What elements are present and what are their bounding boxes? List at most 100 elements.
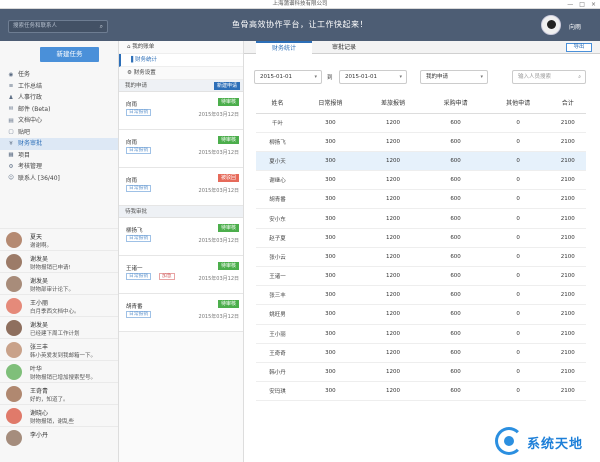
table-cell: 600 xyxy=(424,381,487,402)
table-cell: 0 xyxy=(486,362,550,383)
table-row[interactable]: 王小丽 300 1200 600 0 2100 xyxy=(256,324,586,344)
application-item[interactable]: 王诸一 日常报销 加急 待审核 2015年03月12日 xyxy=(119,256,243,294)
table-cell: 1200 xyxy=(361,189,425,210)
table-row[interactable]: 柳扬飞 300 1200 600 0 2100 xyxy=(256,132,586,152)
my-apply-header: 我的申请 新建申请 xyxy=(119,80,243,92)
status-badge: 被驳回 xyxy=(217,174,239,182)
search-input[interactable]: 搜索任务和联系人 ⌕ xyxy=(8,20,108,33)
finance-nav-item[interactable]: ⚙ 财务设置 xyxy=(119,67,243,80)
contact-list: 夏天 谢谢啊。 谢发吴 财物报销已申请! 谢发吴 财物部审计论下。 王小丽 白月季西文档中心。… xyxy=(0,228,118,448)
chevron-down-icon: ▾ xyxy=(480,74,483,80)
table-row[interactable]: 安玛琪 300 1200 600 0 2100 xyxy=(256,381,586,402)
contact-item[interactable]: 夏天 谢谢啊。 xyxy=(0,228,118,250)
minimize-icon[interactable]: — xyxy=(567,1,573,8)
table-cell: 1200 xyxy=(361,362,425,383)
application-item[interactable]: 柳扬飞 日常报销 待审核 2015年03月12日 xyxy=(119,218,243,256)
export-button[interactable]: 导出 xyxy=(566,43,592,52)
close-icon[interactable]: × xyxy=(591,1,596,8)
date-from-select[interactable]: 2015-01-01 ▾ xyxy=(254,70,322,84)
tab-approval-records[interactable]: 审批记录 xyxy=(316,41,372,54)
table-row[interactable]: 胡青番 300 1200 600 0 2100 xyxy=(256,189,586,210)
contact-item[interactable]: 谢晓心 财物报销，谢乱些 xyxy=(0,404,118,426)
contact-item[interactable]: 王奇青 好的，知道了。 xyxy=(0,382,118,404)
avatar[interactable] xyxy=(541,15,561,35)
column-header[interactable]: 其他申请 xyxy=(486,93,550,114)
scope-select[interactable]: 我的申请 ▾ xyxy=(420,70,488,84)
table-cell: 600 xyxy=(424,343,487,363)
table-cell: 600 xyxy=(424,304,487,325)
watermark-logo: 系统天地 xyxy=(495,427,595,459)
table-row[interactable]: 姚旺男 300 1200 600 0 2100 xyxy=(256,304,586,325)
user-name[interactable]: 向雨 xyxy=(569,22,581,31)
application-item[interactable]: 胡青番 日常报销 待审核 2015年03月12日 xyxy=(119,294,243,332)
table-row[interactable]: 夏小天 300 1200 600 0 2100 xyxy=(256,151,586,172)
table-row[interactable]: 安小东 300 1200 600 0 2100 xyxy=(256,208,586,229)
sidebar-item[interactable]: ◉ 任务 xyxy=(0,69,118,81)
document-icon: ≡ xyxy=(8,83,14,90)
search-icon[interactable]: ⌕ xyxy=(578,71,581,83)
finance-nav-label: 财务统计 xyxy=(134,57,157,63)
contact-item[interactable]: 叶华 财物报销已增加搜索型号。 xyxy=(0,360,118,382)
sidebar-item[interactable]: ▢ 贴吧 xyxy=(0,127,118,139)
finance-nav-item[interactable]: ▐ 财务统计 xyxy=(119,54,243,67)
table-cell: 2100 xyxy=(549,247,586,268)
table-cell: 1200 xyxy=(361,266,425,287)
sidebar-item-label: 联系人 [36/40] xyxy=(18,174,60,182)
finance-nav-item[interactable]: ⌂ 我的账单 xyxy=(119,41,243,54)
maximize-icon[interactable]: □ xyxy=(579,1,585,8)
person-search-input[interactable]: 输入人员搜索 ⌕ xyxy=(512,70,586,84)
sidebar-item[interactable]: ¥ 财务审批 xyxy=(0,138,118,150)
sidebar-item[interactable]: ♟ 人事行政 xyxy=(0,92,118,104)
applicant-name: 胡青番 xyxy=(126,304,143,310)
column-header[interactable]: 采购申请 xyxy=(424,93,487,114)
date-to-select[interactable]: 2015-01-01 ▾ xyxy=(339,70,407,84)
chevron-down-icon: ▾ xyxy=(399,74,402,80)
table-row[interactable]: 张小云 300 1200 600 0 2100 xyxy=(256,247,586,268)
gear-icon: ⚙ xyxy=(8,163,14,170)
application-item[interactable]: 向雨 日常报销 待审核 2015年03月12日 xyxy=(119,130,243,168)
table-row[interactable]: 千叶 300 1200 600 0 2100 xyxy=(256,113,586,133)
contact-item[interactable]: 谢发吴 财物报销已申请! xyxy=(0,250,118,272)
column-header[interactable]: 日常报销 xyxy=(299,93,362,114)
table-cell-name: 姚旺男 xyxy=(256,304,300,325)
table-cell: 2100 xyxy=(549,228,586,248)
table-cell-name: 韩小丹 xyxy=(256,362,300,383)
table-row[interactable]: 谢继心 300 1200 600 0 2100 xyxy=(256,170,586,191)
table-cell: 300 xyxy=(299,247,362,268)
avatar xyxy=(6,254,22,270)
contact-item[interactable]: 李小丹 xyxy=(0,426,118,448)
contact-item[interactable]: 谢发吴 已经建下周工作计划 xyxy=(0,316,118,338)
table-cell: 300 xyxy=(299,304,362,325)
table-row[interactable]: 王诸一 300 1200 600 0 2100 xyxy=(256,266,586,287)
table-row[interactable]: 韩小丹 300 1200 600 0 2100 xyxy=(256,362,586,383)
column-header[interactable]: 合计 xyxy=(549,93,586,114)
application-item[interactable]: 向雨 日常报销 被驳回 2015年03月12日 xyxy=(119,168,243,206)
column-header[interactable]: 姓名 xyxy=(256,93,300,114)
sidebar-item[interactable]: ✉ 邮件 (Beta) xyxy=(0,104,118,116)
table-row[interactable]: 张三丰 300 1200 600 0 2100 xyxy=(256,285,586,306)
contact-name: 夏天 xyxy=(30,234,43,241)
sidebar-item[interactable]: ≡ 工作总结 xyxy=(0,81,118,93)
applicant-name: 柳扬飞 xyxy=(126,228,143,234)
new-apply-button[interactable]: 新建申请 xyxy=(213,82,240,90)
sidebar-item[interactable]: ⚙ 考核管理 xyxy=(0,161,118,173)
table-row[interactable]: 王奇奇 300 1200 600 0 2100 xyxy=(256,343,586,363)
contact-item[interactable]: 张三丰 韩小英爱发到我邮箱一下。 xyxy=(0,338,118,360)
sidebar-item[interactable]: ▤ 文档中心 xyxy=(0,115,118,127)
date-to-value: 2015-01-01 xyxy=(345,74,377,80)
new-task-button[interactable]: 新建任务 xyxy=(40,47,99,62)
application-item[interactable]: 向雨 日常报销 待审核 2015年03月12日 xyxy=(119,92,243,130)
column-header[interactable]: 差旅报销 xyxy=(361,93,425,114)
sidebar-item-label: 工作总结 xyxy=(18,82,43,90)
search-icon[interactable]: ⌕ xyxy=(100,21,103,32)
avatar xyxy=(6,342,22,358)
table-cell: 600 xyxy=(424,113,487,133)
sidebar-item[interactable]: ☺ 联系人 [36/40] xyxy=(0,173,118,185)
status-badge: 待审核 xyxy=(217,136,239,144)
contact-last-message: 财物报销，谢乱些 xyxy=(30,419,75,425)
contact-item[interactable]: 王小丽 白月季西文档中心。 xyxy=(0,294,118,316)
tab-finance-stats[interactable]: 财务统计 xyxy=(256,41,312,54)
table-row[interactable]: 赵子夏 300 1200 600 0 2100 xyxy=(256,228,586,248)
sidebar-item[interactable]: ▦ 项目 xyxy=(0,150,118,162)
contact-item[interactable]: 谢发吴 财物部审计论下。 xyxy=(0,272,118,294)
